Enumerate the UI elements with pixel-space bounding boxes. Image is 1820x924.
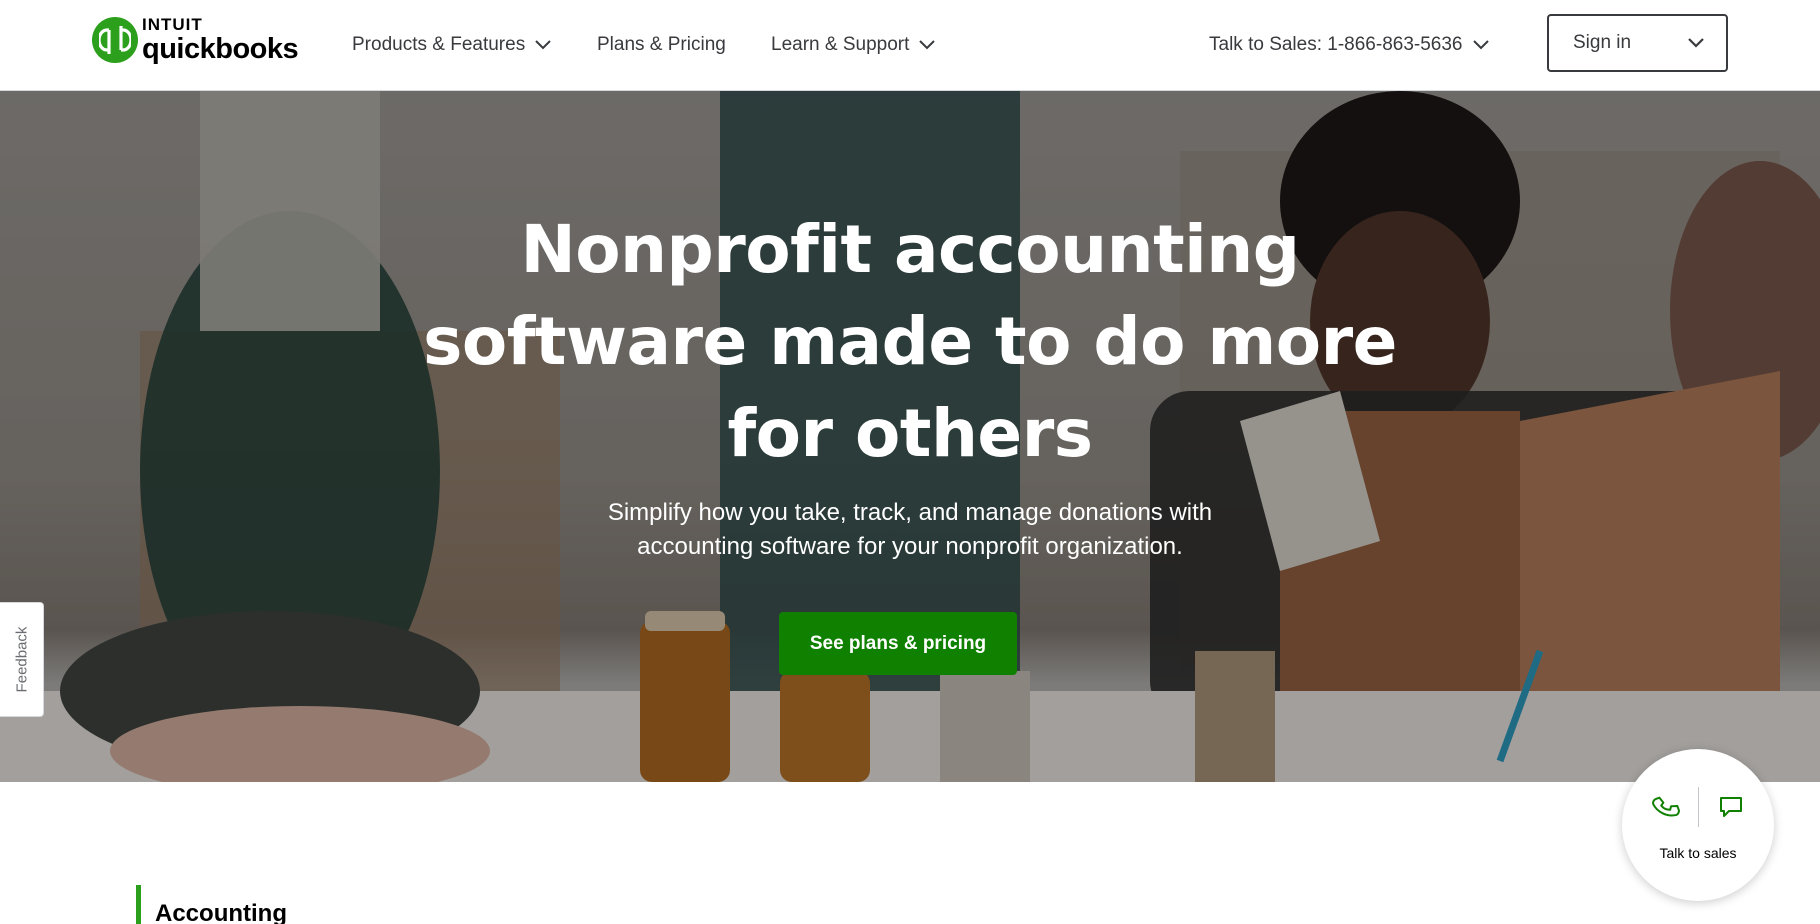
quickbooks-logo-icon xyxy=(92,17,138,63)
feedback-tab[interactable]: Feedback xyxy=(0,602,44,717)
chevron-down-icon xyxy=(919,40,936,50)
logo-quickbooks-text: quickbooks xyxy=(142,33,299,65)
nav-learn-support[interactable]: Learn & Support xyxy=(771,0,936,90)
quickbooks-logo[interactable]: INTUIT quickbooks xyxy=(92,15,299,65)
nav-products-features-label: Products & Features xyxy=(352,34,526,55)
widget-divider xyxy=(1697,787,1699,827)
chevron-down-icon xyxy=(535,40,551,50)
talk-to-sales-widget[interactable]: Talk to sales xyxy=(1622,749,1774,901)
nav-plans-pricing-label: Plans & Pricing xyxy=(597,34,726,55)
feedback-label: Feedback xyxy=(13,626,30,693)
chevron-down-icon xyxy=(1688,38,1704,48)
see-plans-pricing-button[interactable]: See plans & pricing xyxy=(779,612,1017,675)
hero-section: Nonprofit accounting software made to do… xyxy=(0,91,1820,782)
nav-plans-pricing[interactable]: Plans & Pricing xyxy=(597,0,726,90)
talk-to-sales-label: Talk to sales xyxy=(1659,845,1737,861)
hero-subtitle: Simplify how you take, track, and manage… xyxy=(607,499,1213,560)
chevron-down-icon xyxy=(1472,40,1489,50)
sign-in-button[interactable]: Sign in xyxy=(1547,14,1728,72)
sign-in-label: Sign in xyxy=(1573,32,1632,53)
chat-icon[interactable] xyxy=(1717,793,1745,821)
site-header: INTUIT quickbooks Products & Features Pl… xyxy=(0,0,1820,91)
nav-talk-to-sales-label: Talk to Sales: 1-866-863-5636 xyxy=(1209,34,1463,55)
nav-talk-to-sales[interactable]: Talk to Sales: 1-866-863-5636 xyxy=(1209,0,1489,90)
nav-products-features[interactable]: Products & Features xyxy=(352,0,551,90)
phone-icon[interactable] xyxy=(1651,793,1680,821)
nav-learn-support-label: Learn & Support xyxy=(771,34,910,55)
section-accent-bar xyxy=(136,885,141,924)
section-title: Accounting xyxy=(155,900,287,924)
logo-intuit-text: INTUIT xyxy=(142,15,203,34)
hero-title: Nonprofit accounting software made to do… xyxy=(423,211,1397,472)
